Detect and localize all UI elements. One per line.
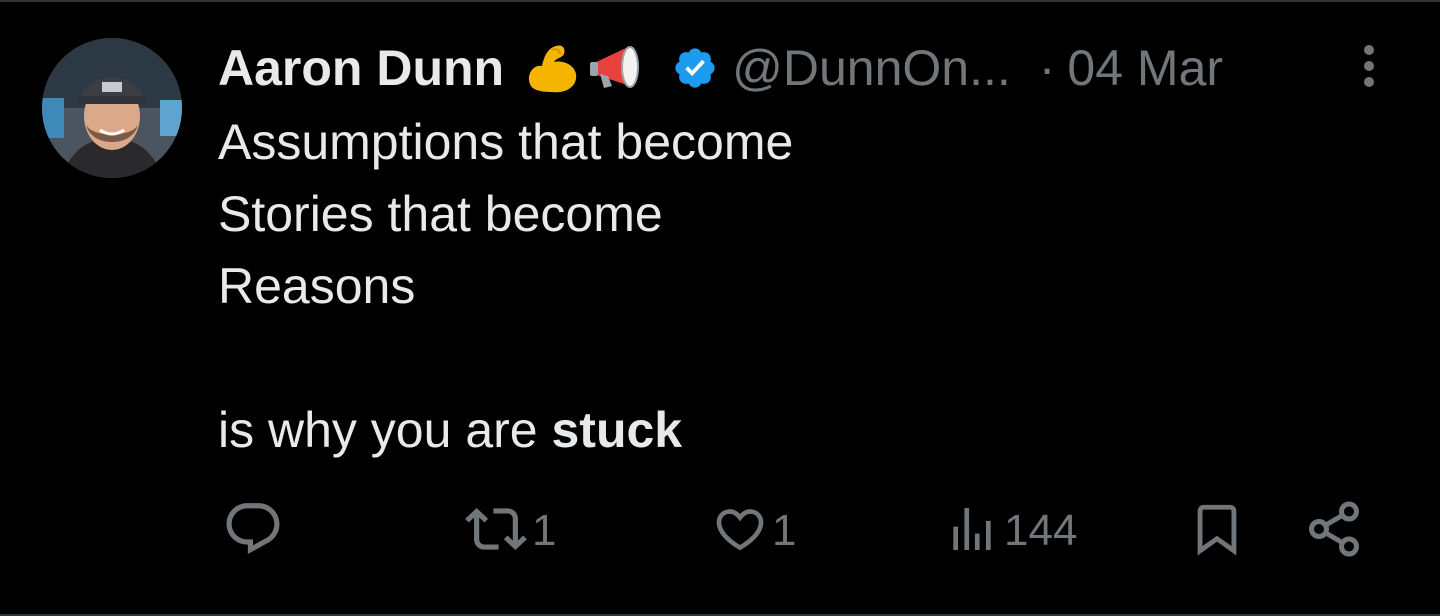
- bookmark-icon: [1188, 498, 1246, 565]
- bookmark-button[interactable]: [1188, 498, 1246, 564]
- tweet-text: Assumptions that become Stories that bec…: [218, 106, 793, 466]
- tweet-text-line: Assumptions that become: [218, 114, 794, 170]
- share-button[interactable]: [1304, 498, 1364, 564]
- like-count: 1: [772, 506, 797, 555]
- flexed-biceps-emoji: [522, 38, 582, 98]
- tweet-text-line: Reasons: [218, 258, 416, 314]
- display-name[interactable]: Aaron Dunn: [218, 39, 504, 97]
- more-options-icon[interactable]: [1354, 44, 1384, 88]
- author-handle[interactable]: @DunnOn...: [732, 39, 1011, 97]
- reply-icon: [222, 498, 284, 565]
- tweet-text-bold: stuck: [551, 402, 683, 458]
- reply-button[interactable]: [222, 498, 288, 564]
- tweet-actions: 1 1 144: [0, 498, 1440, 564]
- verified-badge-icon[interactable]: [672, 45, 718, 91]
- share-icon: [1304, 499, 1364, 564]
- views-icon: [944, 501, 1000, 562]
- tweet-header: Aaron Dunn @DunnOn... · 04 Mar: [218, 36, 1223, 100]
- views-button[interactable]: 144: [944, 498, 1077, 564]
- separator-dot: ·: [1038, 40, 1056, 96]
- repost-count: 1: [532, 506, 557, 555]
- tweet-card[interactable]: Aaron Dunn @DunnOn... · 04 Mar Assumptio…: [0, 0, 1440, 616]
- avatar[interactable]: [42, 38, 182, 178]
- repost-button[interactable]: 1: [464, 498, 556, 564]
- tweet-text-prefix: is why you are: [218, 402, 552, 458]
- like-button[interactable]: 1: [712, 498, 796, 564]
- views-count: 144: [1004, 506, 1078, 555]
- repost-icon: [464, 498, 528, 565]
- tweet-text-line: Stories that become: [218, 186, 663, 242]
- tweet-text-line: is why you are stuck: [218, 394, 793, 466]
- heart-icon: [712, 501, 768, 562]
- megaphone-emoji: [586, 38, 650, 98]
- tweet-date[interactable]: 04 Mar: [1067, 39, 1223, 97]
